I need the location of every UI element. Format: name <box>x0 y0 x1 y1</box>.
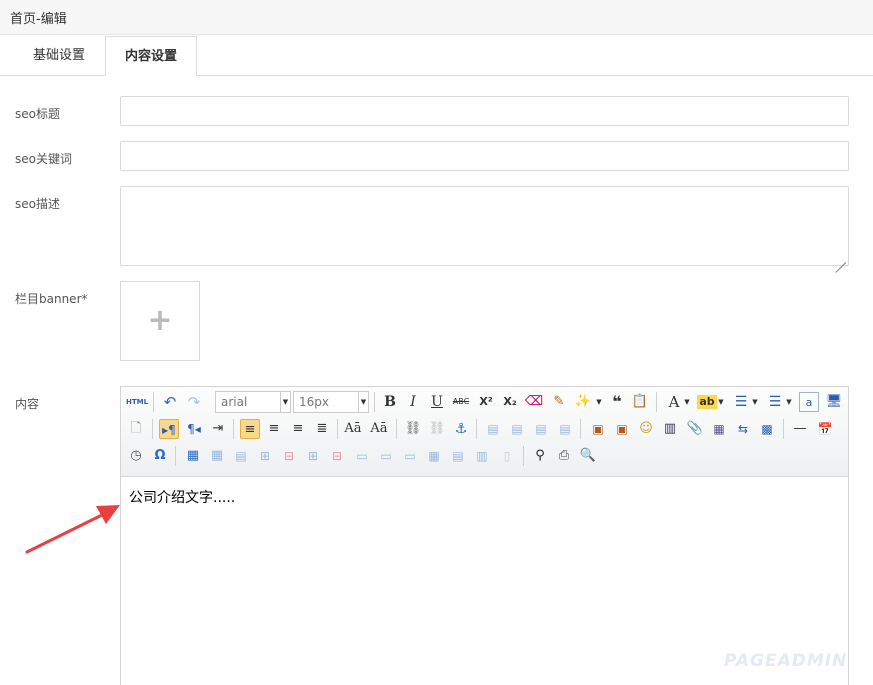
watermark-logo: PAGEADMIN <box>724 651 848 671</box>
red-arrow-annotation <box>25 505 120 554</box>
